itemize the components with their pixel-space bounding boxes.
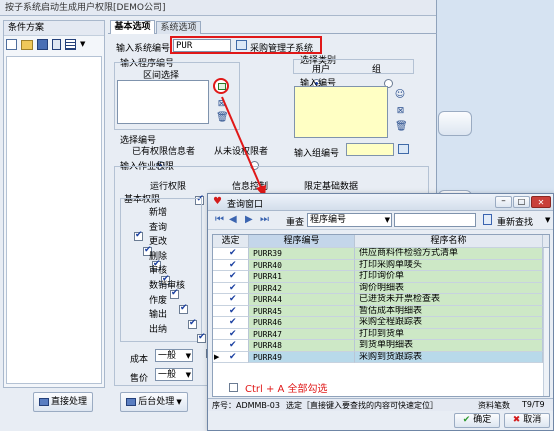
row-pointer-icon: ▶ bbox=[214, 352, 220, 361]
row-select-cell[interactable]: ✔ bbox=[213, 282, 249, 294]
table-row[interactable]: ✔ PURR42 询价明细表 bbox=[213, 282, 543, 294]
search-text-field[interactable] bbox=[394, 213, 476, 227]
table-row[interactable]: ✔ PURR46 采购全程跟踪表 bbox=[213, 317, 543, 329]
row-name-cell: 打印采购单唛头 bbox=[355, 259, 543, 271]
cancel-button[interactable]: ✖ 取消 bbox=[504, 413, 550, 428]
first-icon[interactable]: ⏮ bbox=[215, 214, 224, 225]
query-title: 查询窗口 bbox=[227, 200, 264, 210]
row-select-cell[interactable]: ✔ bbox=[213, 294, 249, 306]
row-select-cell[interactable]: ✔ bbox=[213, 340, 249, 352]
row-code-cell: PURR44 bbox=[249, 294, 355, 306]
row-select-cell[interactable]: ✔ bbox=[213, 259, 249, 271]
row-select-cell[interactable]: ✔ bbox=[213, 248, 249, 260]
result-grid: 选定 程序编号 程序名称 ✔ PURR39 供应商料件检验方式清单 ✔ PURR40 打印… bbox=[212, 234, 550, 397]
grid-header: 选定 程序编号 程序名称 bbox=[213, 235, 549, 248]
row-name-cell: 采购到货跟踪表 bbox=[355, 351, 543, 363]
chevron-down-icon: ▼ bbox=[384, 216, 390, 224]
row-check-icon: ✔ bbox=[229, 248, 237, 258]
cancel-icon: ✖ bbox=[512, 415, 521, 425]
row-code-cell: PURR48 bbox=[249, 340, 355, 352]
row-code-cell: PURR46 bbox=[249, 317, 355, 329]
col-name-header[interactable]: 程序名称 bbox=[355, 235, 543, 248]
query-titlebar: ♥ 查询窗口 – □ ✕ bbox=[208, 194, 553, 211]
status-count: T9/T9 bbox=[522, 400, 545, 409]
row-name-cell: 打印询价单 bbox=[355, 271, 543, 283]
requery-button[interactable]: 重新查找 bbox=[497, 215, 533, 228]
row-code-cell: PURR41 bbox=[249, 271, 355, 283]
row-code-cell: PURR49 bbox=[249, 351, 355, 363]
last-icon[interactable]: ⏭ bbox=[260, 214, 269, 225]
row-check-icon: ✔ bbox=[229, 294, 237, 304]
row-name-cell: 打印到货单 bbox=[355, 328, 543, 340]
row-code-cell: PURR39 bbox=[249, 248, 355, 260]
table-row[interactable]: ✔ PURR47 打印到货单 bbox=[213, 328, 543, 340]
row-name-cell: 暂估成本明细表 bbox=[355, 305, 543, 317]
row-code-cell: PURR40 bbox=[249, 259, 355, 271]
table-row[interactable]: ✔ PURR45 暂估成本明细表 bbox=[213, 305, 543, 317]
row-code-cell: PURR42 bbox=[249, 282, 355, 294]
row-select-cell[interactable]: ▶ ✔ bbox=[213, 351, 249, 363]
ok-button[interactable]: ✔ 确定 bbox=[454, 413, 500, 428]
row-check-icon: ✔ bbox=[229, 271, 237, 281]
row-check-icon: ✔ bbox=[229, 317, 237, 327]
grid-body: ✔ PURR39 供应商料件检验方式清单 ✔ PURR40 打印采购单唛头 ✔ PURR41 打… bbox=[213, 248, 543, 396]
status-seq: 序号：ADMMB-03 bbox=[212, 401, 280, 410]
status-count-label: 资料笔数 bbox=[478, 401, 510, 410]
col-code-header[interactable]: 程序编号 bbox=[249, 235, 355, 248]
check-icon: ✔ bbox=[462, 415, 471, 425]
row-check-icon: ✔ bbox=[229, 351, 237, 362]
query-toolbar: ⏮ ◀ ▶ ⏭ 重查 程序编号 ▼ 重新查找 ▼ bbox=[208, 211, 553, 230]
table-row[interactable]: ✔ PURR44 已进货未开票检查表 bbox=[213, 294, 543, 306]
requery-icon bbox=[483, 214, 492, 225]
select-all-hint: Ctrl + A 全部勾选 bbox=[245, 384, 328, 395]
row-name-cell: 到货单明细表 bbox=[355, 340, 543, 352]
prev-icon[interactable]: ◀ bbox=[229, 214, 237, 225]
row-check-icon: ✔ bbox=[229, 340, 237, 350]
table-row[interactable]: ✔ PURR48 到货单明细表 bbox=[213, 340, 543, 352]
row-name-cell: 供应商料件检验方式清单 bbox=[355, 248, 543, 260]
table-row[interactable]: ✔ PURR39 供应商料件检验方式清单 bbox=[213, 248, 543, 260]
status-hint: 选定［直接键入要查找的内容可快速定位］ bbox=[286, 401, 438, 410]
table-row[interactable]: ✔ PURR41 打印询价单 bbox=[213, 271, 543, 283]
row-name-cell: 采购全程跟踪表 bbox=[355, 317, 543, 329]
row-select-cell[interactable]: ✔ bbox=[213, 317, 249, 329]
row-select-cell[interactable]: ✔ bbox=[213, 328, 249, 340]
row-name-cell: 询价明细表 bbox=[355, 282, 543, 294]
query-window: ♥ 查询窗口 – □ ✕ ⏮ ◀ ▶ ⏭ 重查 程序编号 ▼ 重新查找 ▼ 选定… bbox=[207, 193, 554, 431]
row-check-icon: ✔ bbox=[229, 305, 237, 316]
chevron-down-icon[interactable]: ▼ bbox=[545, 216, 550, 224]
table-row[interactable]: ✔ PURR40 打印采购单唛头 bbox=[213, 259, 543, 271]
select-all-checkbox[interactable] bbox=[229, 383, 238, 392]
row-code-cell: PURR47 bbox=[249, 328, 355, 340]
col-select-header[interactable]: 选定 bbox=[213, 235, 249, 248]
row-check-icon: ✔ bbox=[229, 328, 237, 339]
row-code-cell: PURR45 bbox=[249, 305, 355, 317]
grid-scrollbar[interactable] bbox=[543, 248, 549, 396]
row-check-icon: ✔ bbox=[229, 259, 237, 270]
row-name-cell: 已进货未开票检查表 bbox=[355, 294, 543, 306]
next-icon[interactable]: ▶ bbox=[245, 214, 253, 225]
maximize-button[interactable]: □ bbox=[513, 196, 530, 208]
table-row[interactable]: ▶ ✔ PURR49 采购到货跟踪表 bbox=[213, 351, 543, 363]
resort-select[interactable]: 程序编号 ▼ bbox=[307, 213, 392, 227]
resort-label: 重查 bbox=[286, 218, 305, 228]
close-button[interactable]: ✕ bbox=[531, 196, 551, 208]
row-select-cell[interactable]: ✔ bbox=[213, 271, 249, 283]
minimize-button[interactable]: – bbox=[495, 196, 512, 208]
query-statusbar: 序号：ADMMB-03 选定［直接键入要查找的内容可快速定位］ 资料笔数 T9/… bbox=[208, 398, 553, 411]
row-select-cell[interactable]: ✔ bbox=[213, 305, 249, 317]
row-check-icon: ✔ bbox=[229, 282, 237, 293]
app-logo-icon: ♥ bbox=[213, 196, 222, 207]
